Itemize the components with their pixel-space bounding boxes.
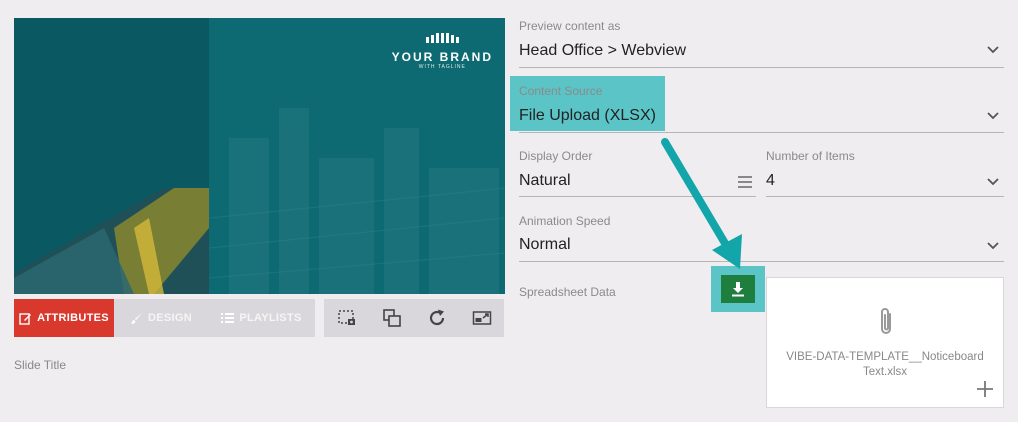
number-of-items-select[interactable]: 4 [766, 172, 1004, 196]
list-icon [221, 313, 235, 323]
content-source-value: File Upload (XLSX) [519, 107, 656, 124]
chevron-down-icon [987, 178, 999, 186]
uploaded-file-name: VIBE-DATA-TEMPLATE__NoticeboardText.xlsx [786, 351, 984, 378]
display-order-value: Natural [519, 172, 571, 189]
preview-content-underline [519, 67, 1004, 68]
download-icon [732, 282, 744, 297]
tab-design[interactable]: DESIGN [114, 299, 208, 337]
preview-toolbar [324, 299, 504, 337]
tab-playlists[interactable]: PLAYLISTS [208, 299, 315, 337]
tab-attributes-label: ATTRIBUTES [37, 312, 109, 324]
layers-icon [382, 309, 401, 327]
brush-icon [131, 312, 142, 324]
brand-logo-icon [426, 33, 460, 43]
editor-tab-bar: ATTRIBUTES DESIGN PLAYLISTS [14, 299, 315, 337]
display-order-select[interactable]: Natural [519, 172, 756, 196]
spreadsheet-data-label: Spreadsheet Data [519, 285, 616, 299]
number-of-items-label: Number of Items [766, 149, 855, 163]
content-source-underline [519, 132, 1004, 133]
content-source-select[interactable]: File Upload (XLSX) [519, 107, 1004, 131]
animation-speed-select[interactable]: Normal [519, 236, 1004, 260]
number-of-items-underline [766, 196, 1004, 197]
slide-title-label: Slide Title [14, 358, 67, 372]
preview-content-select[interactable]: Head Office > Webview [519, 42, 1004, 66]
display-order-underline [519, 196, 756, 197]
tab-attributes[interactable]: ATTRIBUTES [14, 299, 114, 337]
reorder-icon [738, 176, 752, 188]
layers-button[interactable] [377, 303, 407, 333]
slide-preview: YOUR BRAND WITH TAGLINE [14, 18, 505, 294]
resize-button[interactable] [467, 303, 497, 333]
preview-content-label: Preview content as [519, 19, 621, 33]
paperclip-icon [881, 308, 891, 334]
content-source-label: Content Source [519, 84, 603, 98]
resize-icon [472, 311, 491, 325]
crop-screenshot-icon [337, 310, 355, 325]
chevron-down-icon [987, 46, 999, 54]
preview-content-value: Head Office > Webview [519, 42, 687, 59]
preview-photo [14, 188, 209, 294]
brand-tagline: WITH TAGLINE [418, 64, 466, 70]
brand-logo: YOUR BRAND WITH TAGLINE [392, 30, 493, 70]
animation-speed-underline [519, 261, 1004, 262]
download-template-button[interactable] [721, 275, 755, 303]
add-file-icon[interactable] [976, 380, 994, 398]
tab-design-label: DESIGN [148, 312, 192, 324]
animation-speed-label: Animation Speed [519, 214, 611, 228]
refresh-icon [429, 309, 444, 326]
animation-speed-value: Normal [519, 236, 571, 253]
edit-icon [19, 312, 32, 325]
chevron-down-icon [987, 242, 999, 250]
spreadsheet-upload-area[interactable]: VIBE-DATA-TEMPLATE__NoticeboardText.xlsx [766, 277, 1004, 408]
chevron-down-icon [987, 112, 999, 120]
download-highlight [711, 266, 765, 312]
tab-playlists-label: PLAYLISTS [239, 312, 302, 324]
refresh-button[interactable] [422, 303, 452, 333]
crop-screenshot-button[interactable] [332, 303, 362, 333]
display-order-label: Display Order [519, 149, 593, 163]
brand-name: YOUR BRAND [391, 50, 493, 64]
number-of-items-value: 4 [766, 172, 775, 189]
